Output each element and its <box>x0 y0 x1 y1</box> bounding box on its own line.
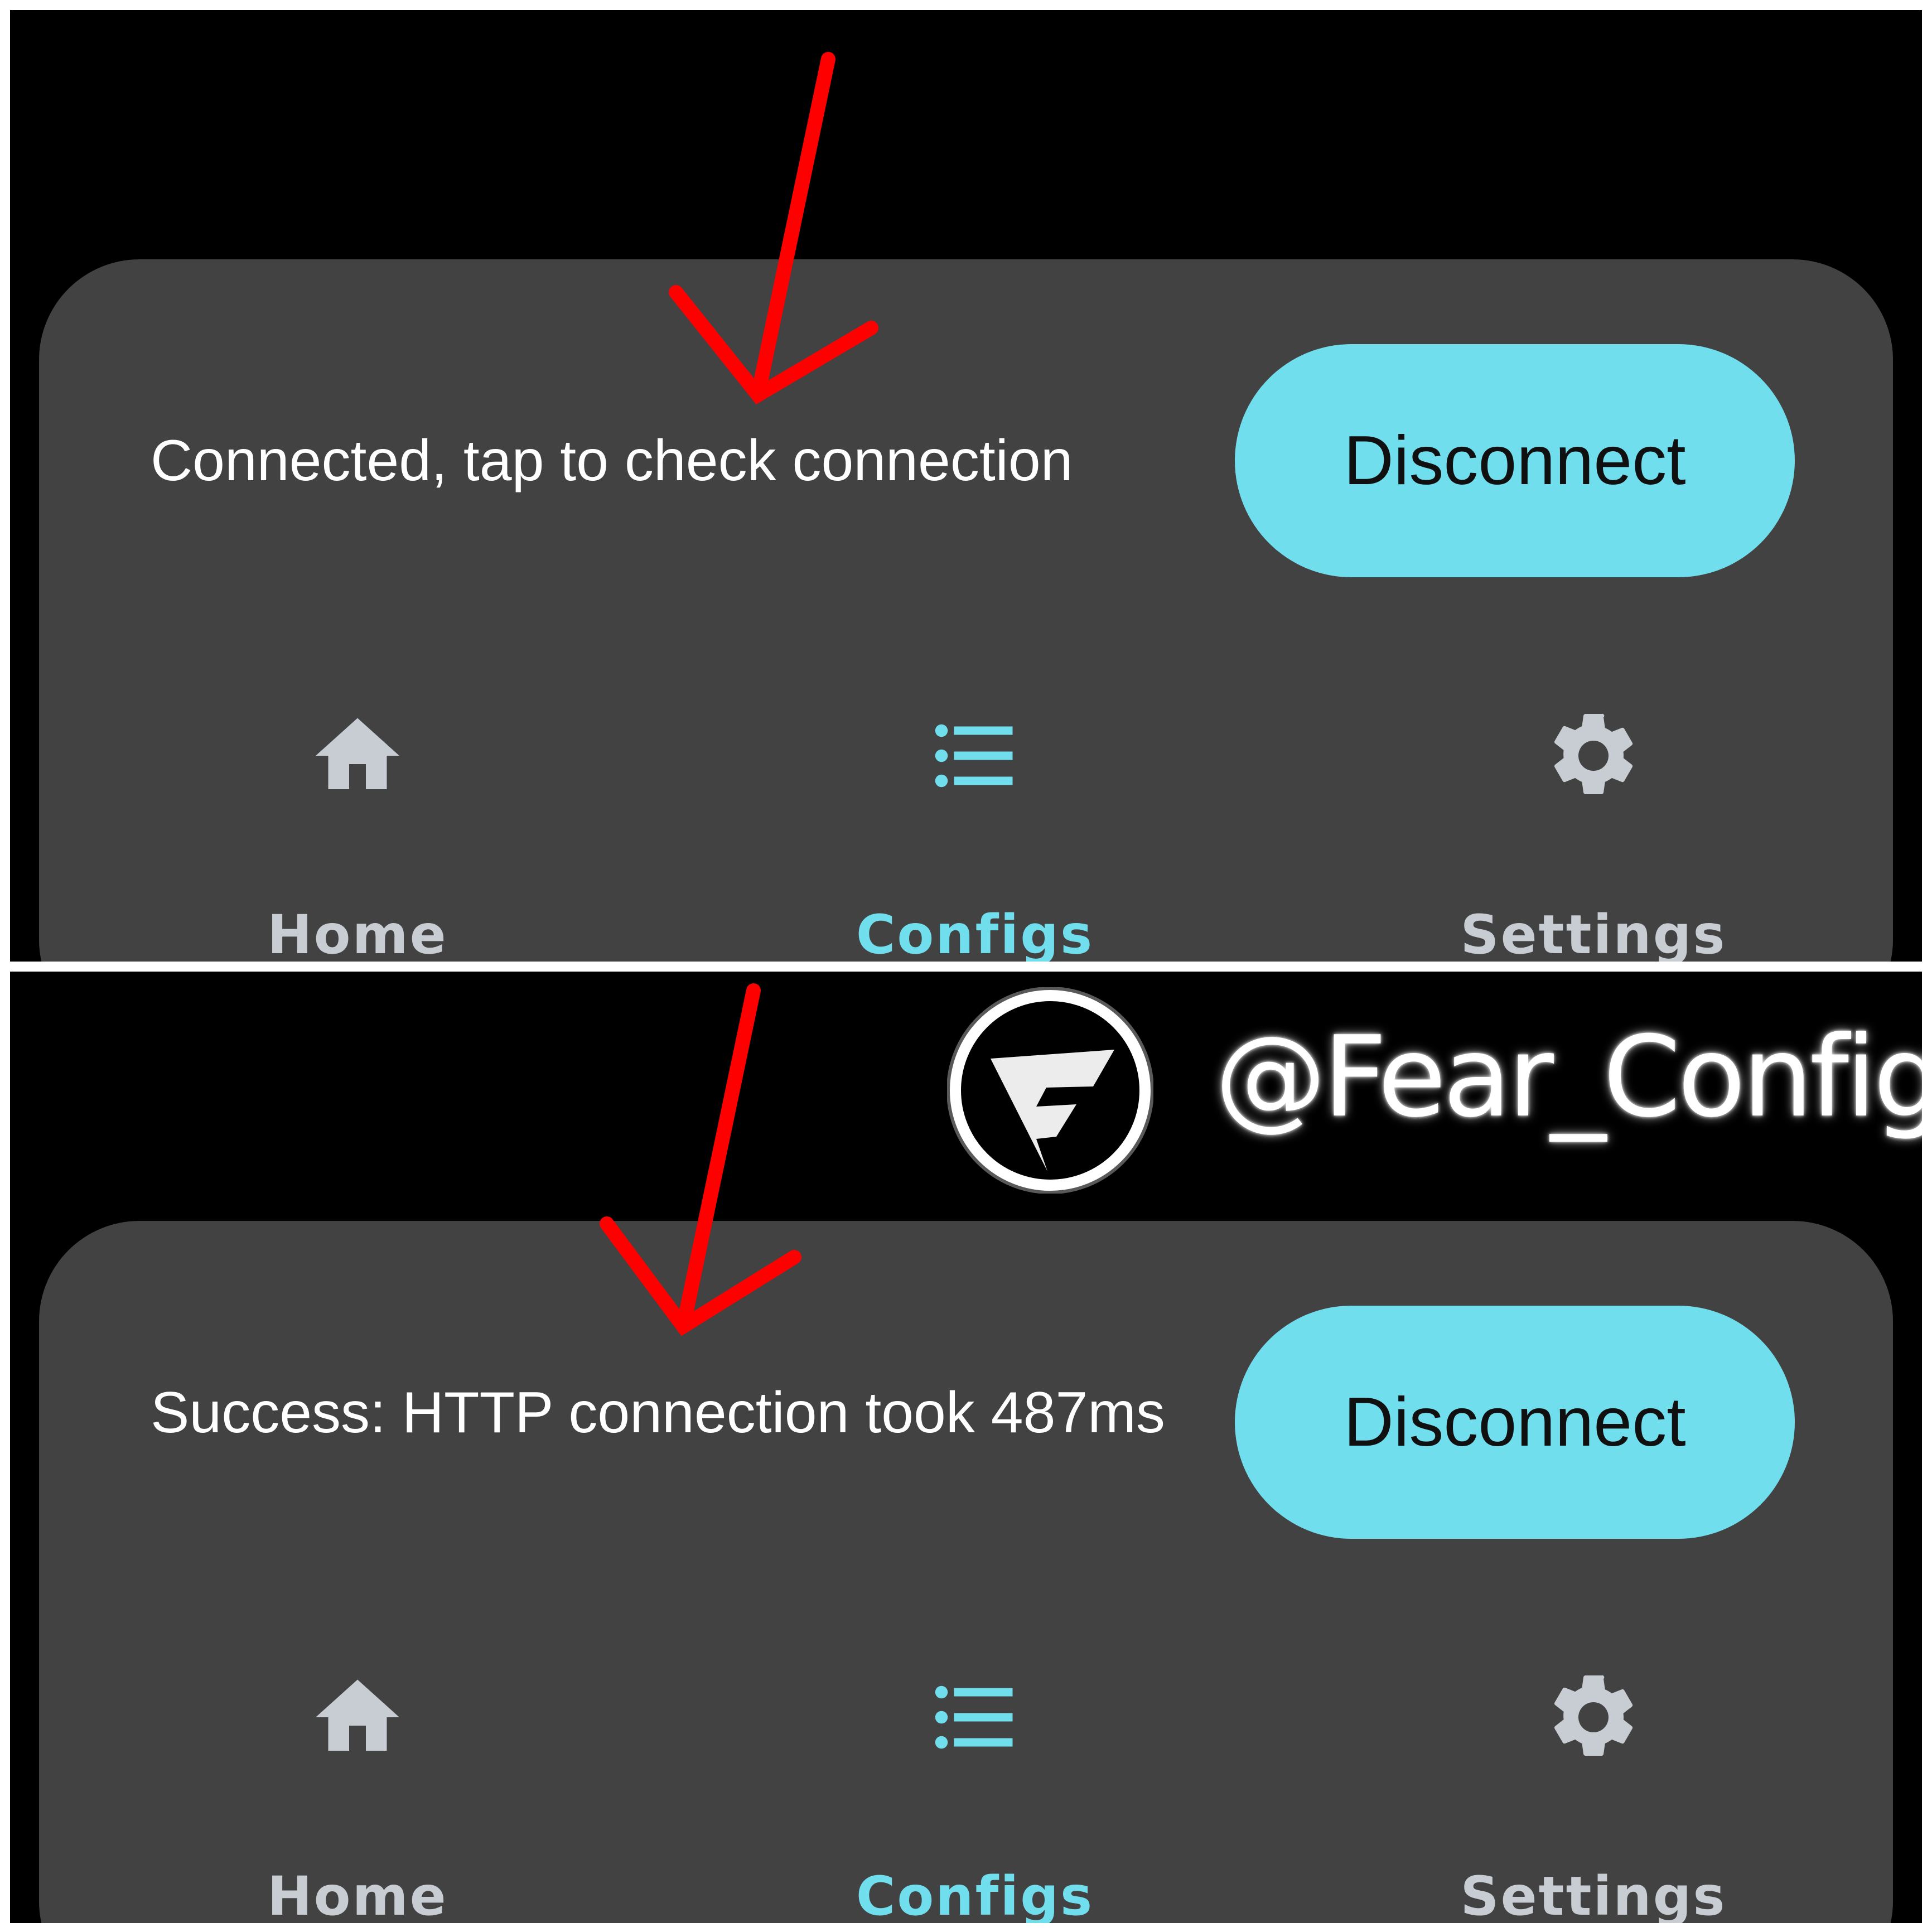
watermark-handle: @Fear_Config <box>1215 1012 1922 1142</box>
screenshot-panel-top: Connected, tap to check connection Disco… <box>10 10 1922 962</box>
fear-config-logo <box>947 987 1153 1194</box>
red-arrow-annotation <box>669 52 878 404</box>
screenshot-panel-bottom: Success: HTTP connection took 487ms Disc… <box>10 972 1922 1923</box>
watermark: @Fear_Config <box>947 972 1922 1194</box>
